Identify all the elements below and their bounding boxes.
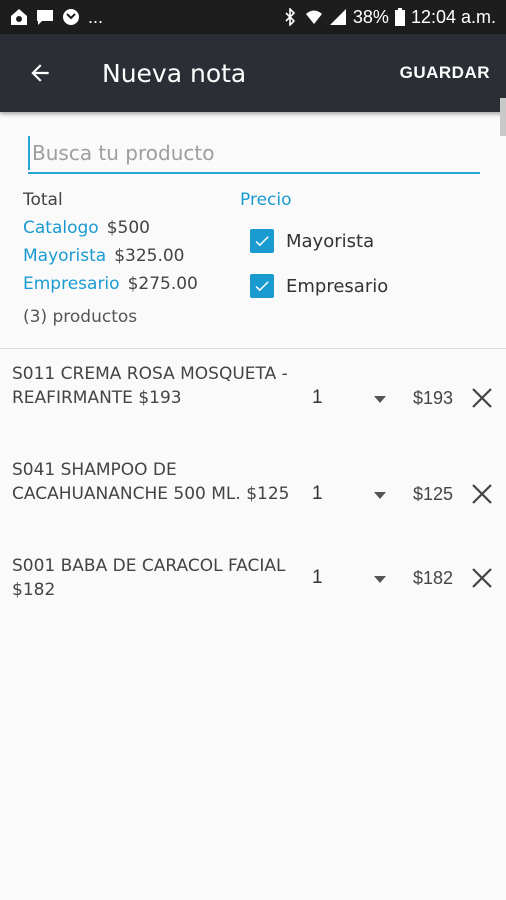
clock: 12:04 a.m. (410, 6, 496, 27)
total-row-empresario: Empresario $275.00 (23, 270, 198, 298)
checkbox-checked[interactable] (250, 229, 274, 253)
total-row-amount: $500 (106, 218, 150, 238)
dropdown-arrow-icon (374, 575, 386, 583)
status-ellipsis: ... (88, 6, 104, 27)
total-row-amount: $325.00 (114, 246, 185, 266)
missed-call-icon (63, 9, 79, 25)
total-row-mayorista: Mayorista $325.00 (23, 242, 198, 270)
item-price: $182 (413, 568, 454, 588)
total-row-label: Catalogo (23, 218, 99, 238)
price-filter: Precio Mayorista Empresario (240, 186, 388, 303)
total-row-amount: $275.00 (127, 274, 198, 294)
total-label: Total (23, 190, 63, 210)
price-filter-title: Precio (240, 190, 292, 210)
check-icon (255, 281, 269, 292)
checkbox-mayorista[interactable]: Mayorista (250, 224, 388, 258)
home-wifi-icon (11, 9, 27, 25)
item-quantity[interactable]: 1 (312, 483, 323, 505)
quantity-dropdown[interactable] (373, 389, 387, 409)
search-field (28, 136, 480, 174)
item-quantity[interactable]: 1 (312, 567, 323, 589)
total-row-label: Mayorista (23, 246, 107, 266)
status-bar: ... 38% 12:04 a.m. (0, 0, 506, 34)
close-icon[interactable] (470, 386, 494, 410)
close-icon[interactable] (470, 566, 494, 590)
close-icon[interactable] (470, 482, 494, 506)
search-input[interactable] (28, 136, 480, 170)
bluetooth-icon (285, 8, 296, 26)
checkbox-label: Mayorista (286, 230, 375, 252)
checkbox-empresario[interactable]: Empresario (250, 269, 388, 303)
item-description: S041 SHAMPOO DE CACAHUANANCHE 500 ML. $1… (12, 460, 290, 504)
check-icon (255, 236, 269, 247)
quantity-dropdown[interactable] (373, 485, 387, 505)
app-bar: Nueva nota GUARDAR (0, 34, 506, 112)
checkbox-checked[interactable] (250, 274, 274, 298)
checkbox-label: Empresario (286, 275, 389, 297)
item-price: $193 (413, 388, 454, 408)
item-description: S011 CREMA ROSA MOSQUETA - REAFIRMANTE $… (12, 364, 288, 408)
product-count: (3) productos (23, 307, 138, 327)
totals-panel: Total Catalogo $500 Mayorista $325.00 Empr… (23, 186, 198, 331)
battery-level: 38% (352, 6, 389, 27)
total-row-label: Empresario (23, 274, 120, 294)
item-quantity[interactable]: 1 (312, 387, 323, 409)
divider (0, 348, 506, 349)
save-button[interactable]: GUARDAR (400, 63, 490, 83)
page-title: Nueva nota (102, 58, 247, 88)
signal-icon (329, 9, 346, 25)
chat-icon (37, 10, 53, 25)
item-description: S001 BABA DE CARACOL FACIAL $182 (12, 556, 286, 600)
back-button[interactable] (0, 34, 80, 112)
wifi-icon (305, 10, 322, 24)
total-row-catalogo: Catalogo $500 (23, 214, 198, 242)
quantity-dropdown[interactable] (373, 569, 387, 589)
dropdown-arrow-icon (374, 491, 386, 499)
scrollbar-thumb[interactable] (500, 98, 506, 136)
battery-icon (394, 8, 405, 26)
arrow-back-icon (31, 64, 49, 82)
item-price: $125 (413, 484, 454, 504)
dropdown-arrow-icon (374, 395, 386, 403)
